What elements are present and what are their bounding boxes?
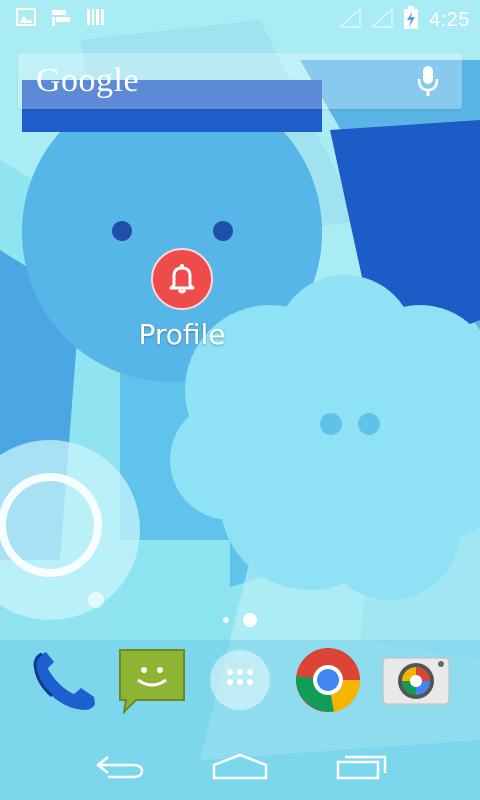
messaging-app[interactable]	[116, 646, 188, 718]
recents-icon	[335, 751, 389, 785]
recents-button[interactable]	[326, 750, 398, 786]
bell-icon	[151, 248, 213, 310]
image-icon	[16, 8, 36, 31]
back-button[interactable]	[84, 750, 156, 786]
barcode-icon	[86, 8, 106, 31]
camera-app[interactable]	[380, 646, 452, 718]
clock: 4:25	[429, 9, 470, 31]
page-dot-current	[243, 613, 257, 627]
signal-icon	[338, 7, 361, 33]
status-bar: 4:25	[0, 0, 480, 36]
home-button[interactable]	[204, 750, 276, 786]
battery-charging-icon	[403, 6, 419, 35]
chrome-app[interactable]	[292, 646, 364, 718]
home-icon	[211, 751, 269, 785]
back-icon	[94, 751, 146, 785]
microphone-icon[interactable]	[416, 65, 440, 103]
dock	[0, 646, 480, 726]
phone-icon	[30, 646, 98, 718]
phone-app[interactable]	[28, 646, 100, 718]
signal-icon	[370, 7, 393, 33]
app-label: Profile	[138, 318, 226, 351]
page-dot	[223, 617, 229, 623]
messaging-icon	[118, 646, 186, 718]
google-logo[interactable]: Google	[36, 62, 139, 100]
page-indicator	[223, 613, 257, 627]
camera-icon	[381, 650, 451, 714]
notification-icon	[50, 8, 72, 31]
app-drawer-icon	[208, 648, 272, 716]
app-drawer-button[interactable]	[204, 646, 276, 718]
google-search-bar[interactable]: Google	[18, 53, 462, 109]
app-icon-profile[interactable]: Profile	[132, 248, 232, 351]
navigation-bar	[0, 736, 480, 800]
chrome-icon	[294, 646, 362, 718]
